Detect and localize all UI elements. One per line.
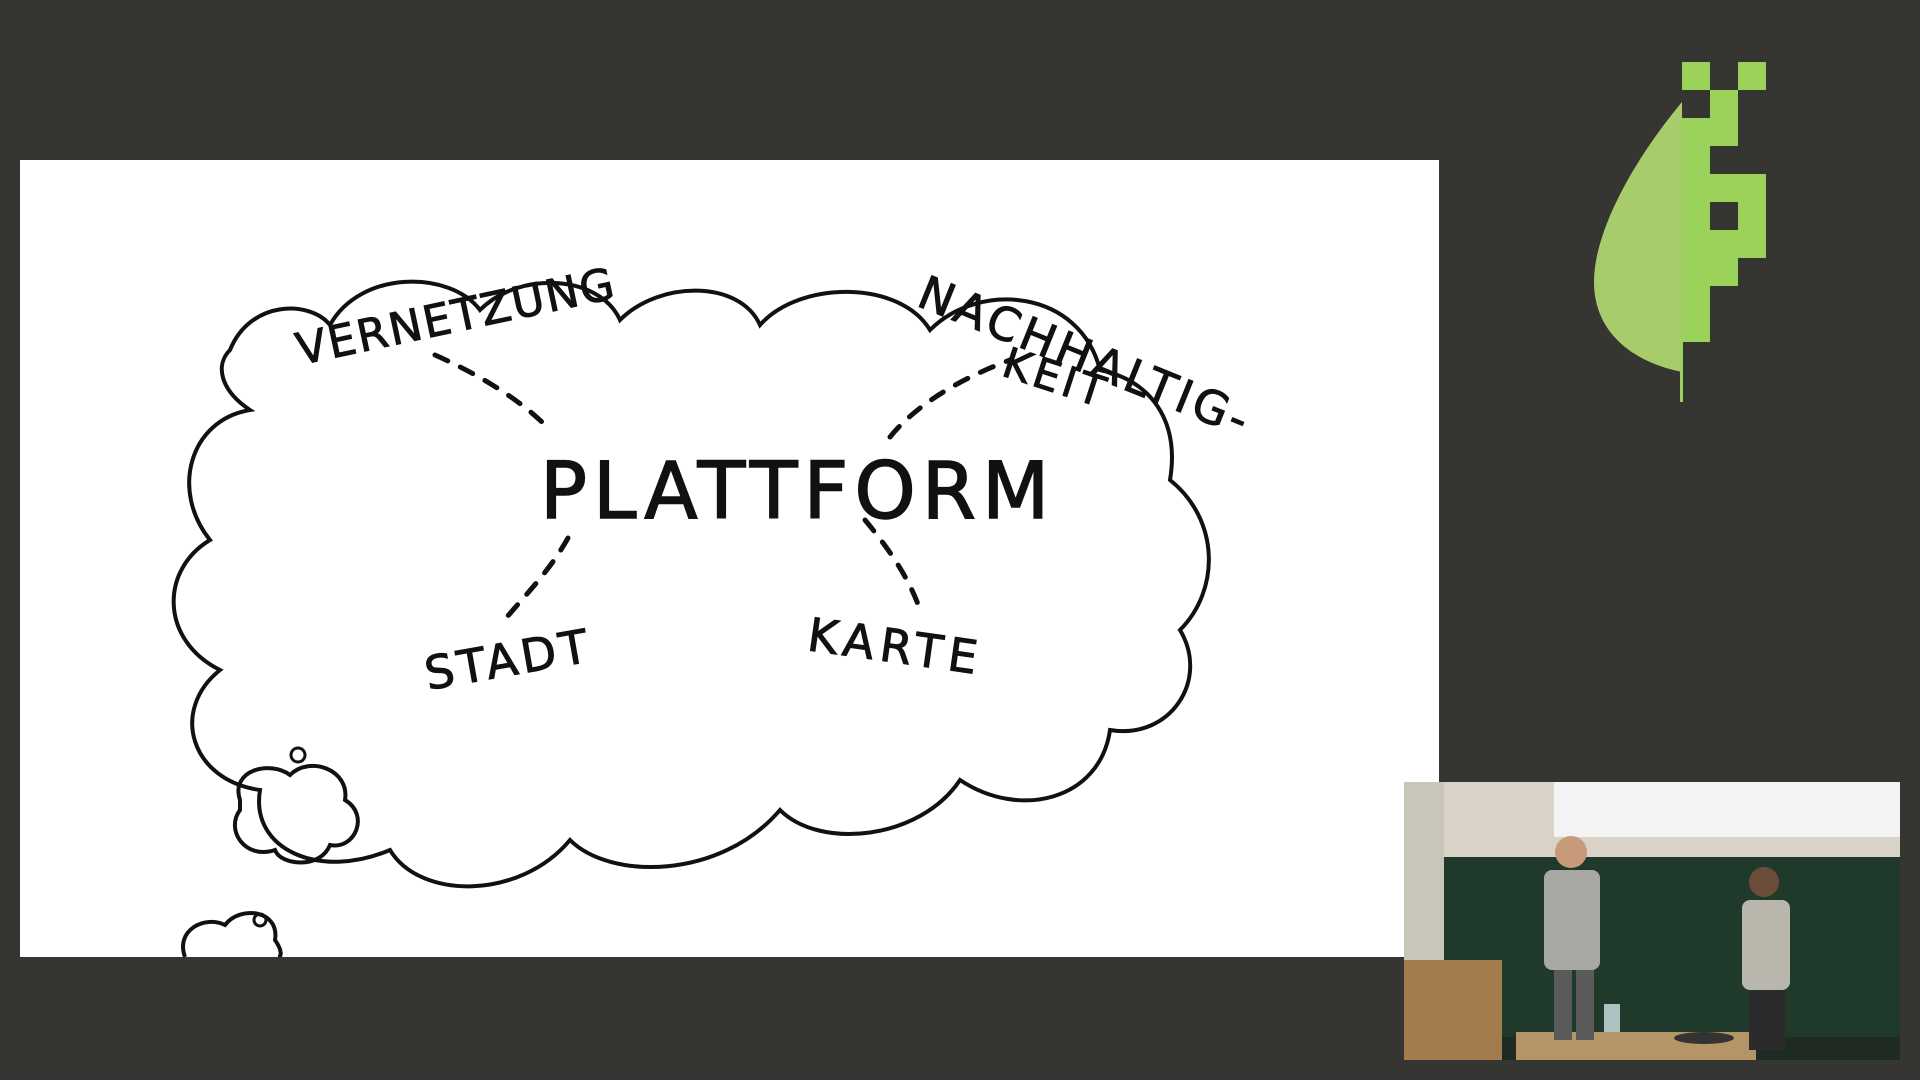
speaker-video-feed: [1404, 782, 1900, 1060]
connector-nachhaltigkeit: [887, 357, 1013, 440]
connector-vernetzung: [432, 352, 548, 428]
thought-cloud-drawing: PLATTFORM VERNETZUNG NACHHALTIG- KEIT ST…: [171, 258, 1261, 957]
connector-stadt: [497, 535, 571, 628]
small-bubble-1: [233, 764, 360, 865]
center-word: PLATTFORM: [540, 447, 1055, 537]
concept-nachhaltigkeit-line1: NACHHALTIG-: [911, 265, 1260, 448]
leaf-pixel-logo-icon: [1592, 62, 1802, 412]
concept-vernetzung: VERNETZUNG: [292, 258, 621, 376]
presentation-slide: PLATTFORM VERNETZUNG NACHHALTIG- KEIT ST…: [20, 160, 1439, 957]
concept-stadt: STADT: [421, 618, 597, 700]
concept-karte: KARTE: [804, 607, 986, 685]
